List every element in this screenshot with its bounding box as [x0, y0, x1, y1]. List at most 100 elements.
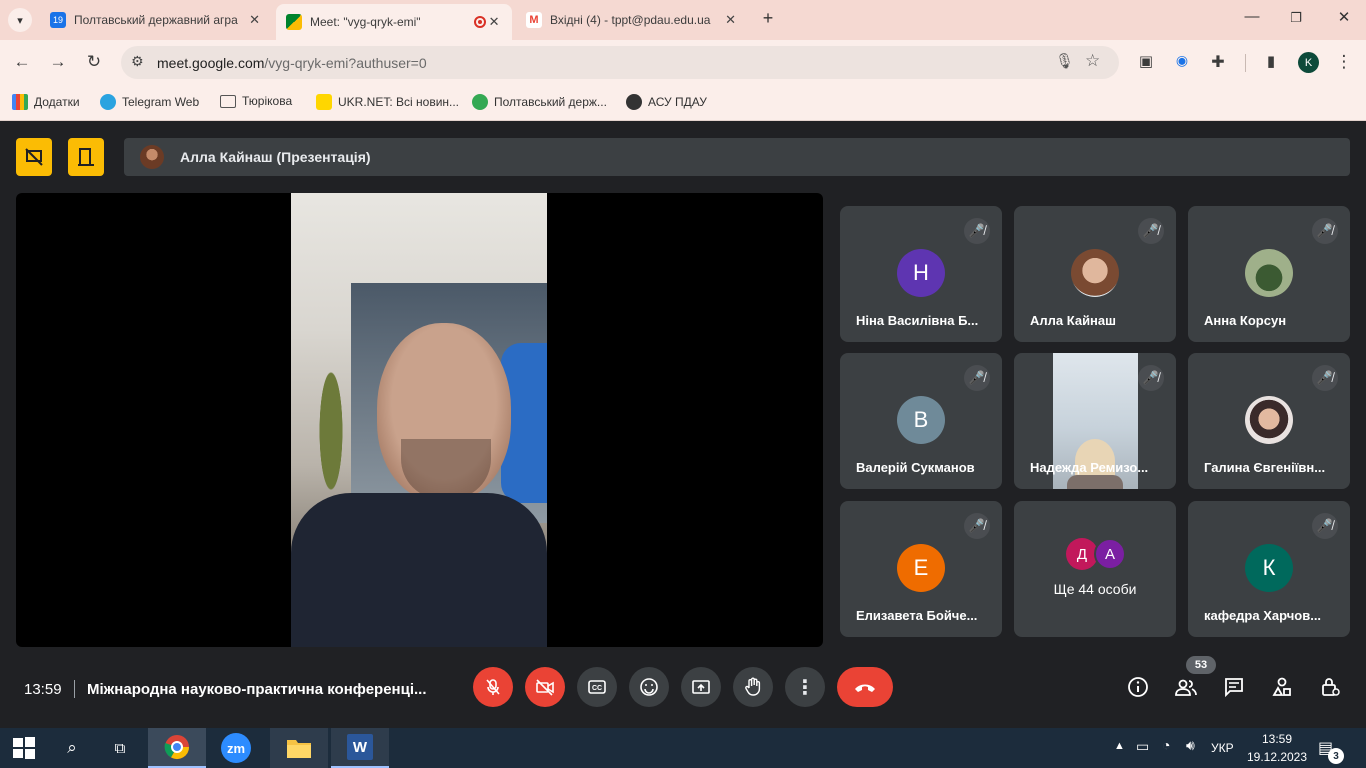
extension-screen-icon[interactable]: ◉ — [1171, 52, 1193, 69]
more-participants-tile[interactable]: Д А Ще 44 особи — [1014, 501, 1176, 637]
wifi-icon[interactable]: ◔ — [1162, 737, 1170, 753]
presentation-off-icon — [25, 148, 43, 166]
tab-meet[interactable]: Meet: "vyg-qryk-emi" ✕ — [276, 4, 512, 40]
hang-up-icon — [855, 684, 875, 692]
minimize-button[interactable]: — — [1240, 8, 1264, 25]
chat-icon[interactable] — [1221, 676, 1247, 704]
search-icon[interactable]: ⌕ — [54, 732, 90, 764]
main-video-feed[interactable] — [16, 193, 823, 647]
people-icon[interactable] — [1173, 676, 1199, 704]
close-tab-icon[interactable]: ✕ — [723, 12, 738, 28]
bookmark-ukrnet[interactable]: UKR.NET: Всі новин... — [316, 94, 459, 110]
participant-tile[interactable]: 🎤̸ Е Елизавета Бойче... — [840, 501, 1002, 637]
more-participants-label: Ще 44 особи — [1053, 581, 1137, 597]
input-language[interactable]: УКР — [1211, 741, 1234, 755]
extension-photo-icon[interactable]: ▣ — [1135, 52, 1157, 70]
folder-icon — [220, 94, 236, 108]
zoom-taskbar-button[interactable]: zm — [218, 732, 254, 764]
participant-tile[interactable]: 🎤̸ Анна Корсун — [1188, 206, 1350, 342]
close-tab-icon[interactable]: ✕ — [247, 12, 262, 28]
meet-favicon-icon — [286, 14, 302, 30]
bookmark-label: АСУ ПДАУ — [648, 95, 707, 109]
captions-button[interactable]: CC — [577, 667, 617, 707]
participant-name: Ніна Василівна Б... — [856, 313, 979, 328]
globe-icon — [626, 94, 642, 110]
bookmark-telegram[interactable]: Telegram Web — [100, 94, 199, 110]
bookmark-apps[interactable]: Додатки — [12, 94, 80, 110]
address-bar[interactable]: ⚙ meet.google.com/vyg-qryk-emi?authuser=… — [121, 46, 1119, 79]
host-controls-icon[interactable] — [1317, 676, 1343, 704]
layout-button[interactable] — [68, 138, 104, 176]
recording-icon — [474, 16, 487, 28]
bookmark-asu[interactable]: АСУ ПДАУ — [626, 94, 707, 110]
extensions-puzzle-icon[interactable]: ✚ — [1207, 52, 1229, 72]
chrome-taskbar-button[interactable] — [148, 728, 206, 768]
more-options-button[interactable]: ⋮ — [785, 667, 825, 707]
menu-kebab-icon[interactable]: ⋮ — [1333, 52, 1355, 72]
profile-avatar[interactable]: K — [1298, 52, 1319, 73]
participant-tile[interactable]: 🎤̸ Н Ніна Василівна Б... — [840, 206, 1002, 342]
tab-title: Полтавський державний агра — [74, 13, 238, 27]
camera-toggle-button[interactable] — [525, 667, 565, 707]
captions-icon: CC — [588, 680, 606, 694]
back-icon[interactable]: ← — [11, 52, 33, 72]
emoji-icon — [640, 678, 658, 696]
participant-tile[interactable]: 🎤̸ Надежда Ремизо... — [1014, 353, 1176, 489]
participant-name: Анна Корсун — [1204, 313, 1287, 328]
close-tab-icon[interactable]: ✕ — [486, 14, 502, 30]
show-hidden-icons[interactable]: ▲ — [1114, 740, 1125, 752]
side-panel-icon[interactable]: ▮ — [1260, 52, 1282, 70]
bookmark-pdau[interactable]: Полтавський держ... — [472, 94, 607, 110]
tab-gmail[interactable]: M Вхідні (4) - tppt@pdau.edu.ua ✕ — [516, 5, 748, 35]
clock-time[interactable]: 13:59 — [1249, 732, 1305, 746]
avatar: Е — [897, 544, 945, 592]
reload-icon[interactable]: ↻ — [83, 52, 105, 72]
mic-off-icon: 🎤̸ — [964, 513, 990, 539]
bookmark-star-icon[interactable]: ☆ — [1085, 51, 1100, 71]
volume-icon[interactable]: 🔊︎ — [1186, 737, 1195, 754]
gmail-favicon-icon: M — [526, 12, 542, 28]
notification-count-badge: 3 — [1328, 748, 1344, 764]
present-button[interactable] — [681, 667, 721, 707]
close-window-button[interactable]: ✕ — [1332, 8, 1356, 26]
clock-date[interactable]: 19.12.2023 — [1245, 750, 1309, 764]
word-icon: W — [347, 734, 373, 760]
new-tab-button[interactable]: + — [756, 8, 780, 29]
tab-search-button[interactable]: ▾ — [8, 8, 32, 32]
participant-tile[interactable]: 🎤̸ Галина Євгеніївн... — [1188, 353, 1350, 489]
avatar: В — [897, 396, 945, 444]
forward-icon[interactable]: → — [47, 52, 69, 72]
tab-pdau[interactable]: 19 Полтавський державний агра ✕ — [40, 5, 272, 35]
participant-tile[interactable]: 🎤̸ К кафедра Харчов... — [1188, 501, 1350, 637]
meeting-details-icon[interactable] — [1125, 676, 1151, 704]
presenter-bar[interactable]: Алла Кайнаш (Презентація) — [124, 138, 1350, 176]
word-taskbar-button[interactable]: W — [331, 728, 389, 768]
network-icon[interactable]: ▭ — [1136, 738, 1149, 755]
file-explorer-button[interactable] — [270, 728, 328, 768]
mic-toggle-button[interactable] — [473, 667, 513, 707]
ukrnet-icon — [316, 94, 332, 110]
windows-taskbar: ⌕ ⧉ zm W ▲ ▭ ◔ 🔊︎ УКР 13:59 19.12.2023 ▤… — [0, 728, 1366, 768]
zoom-icon: zm — [221, 733, 251, 763]
avatar — [1245, 396, 1293, 444]
mic-off-icon: 🎤̸ — [1312, 513, 1338, 539]
mic-off-icon: 🎤̸ — [964, 218, 990, 244]
folder-icon — [287, 740, 311, 758]
site-info-icon[interactable]: ⚙ — [131, 53, 144, 70]
task-view-icon[interactable]: ⧉ — [102, 732, 138, 764]
leave-call-button[interactable] — [837, 667, 893, 707]
meet-window: Алла Кайнаш (Презентація) 🎤̸ Н Ніна Васи… — [0, 121, 1366, 728]
telegram-icon — [100, 94, 116, 110]
restore-button[interactable]: ❐ — [1284, 10, 1308, 26]
participant-tile[interactable]: 🎤̸ В Валерій Сукманов — [840, 353, 1002, 489]
activities-icon[interactable] — [1269, 676, 1295, 704]
microphone-icon[interactable]: 🎙 — [1055, 52, 1074, 70]
stop-presenting-button[interactable] — [16, 138, 52, 176]
reactions-button[interactable] — [629, 667, 669, 707]
start-button[interactable] — [6, 732, 42, 764]
raise-hand-button[interactable] — [733, 667, 773, 707]
bookmark-folder[interactable]: Тюрікова — [220, 94, 292, 108]
bookmark-label: Полтавський держ... — [494, 95, 607, 109]
mic-off-icon: 🎤̸ — [1138, 365, 1164, 391]
participant-tile[interactable]: 🎤̸ Алла Кайнаш — [1014, 206, 1176, 342]
